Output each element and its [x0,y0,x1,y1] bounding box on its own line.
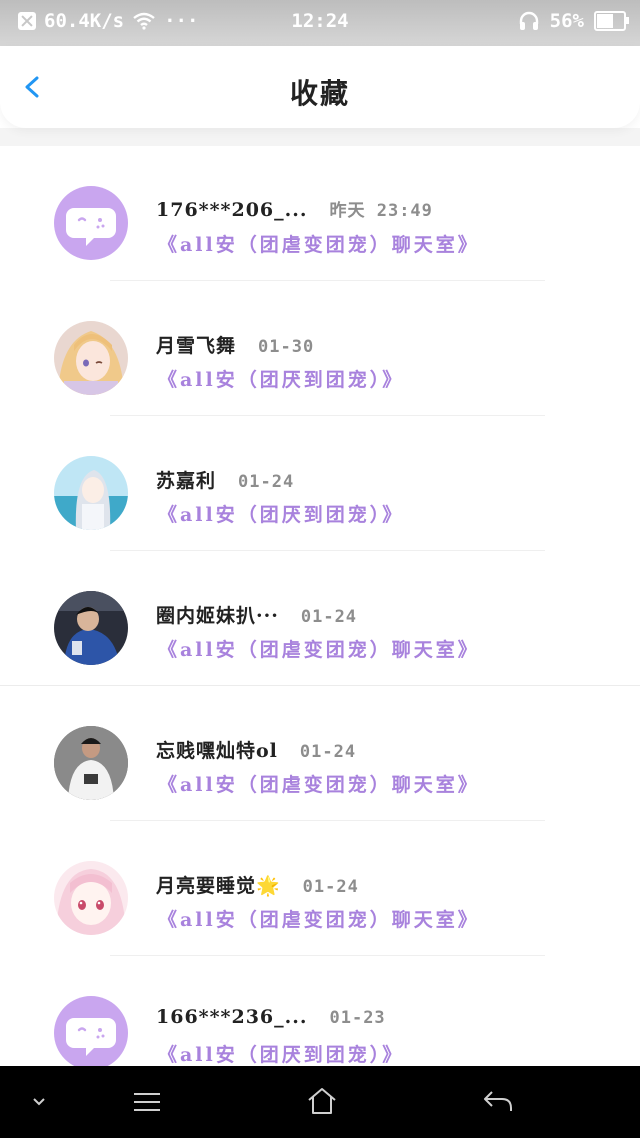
item-time: 01-24 [238,472,295,492]
home-icon[interactable] [306,1086,338,1116]
item-time: 01-24 [300,607,358,627]
avatar [54,861,128,935]
item-room: 《all安（团厌到团宠）》 [158,504,405,526]
list-item[interactable]: 月亮要睡觉🌟 01-24 《all安（团虐变团宠）聊天室》 [0,821,640,956]
headphones-icon [519,11,538,30]
item-room: 《all安（团虐变团宠）聊天室》 [158,639,480,661]
item-name: 月亮要睡觉🌟 [156,875,281,897]
list-item[interactable]: 忘贱嘿灿特ol 01-24 《all安（团虐变团宠）聊天室》 [0,686,640,821]
avatar [54,321,128,395]
chevron-down-icon[interactable] [30,1096,48,1108]
item-name: 忘贱嘿灿特ol [156,740,278,762]
list-item[interactable]: 圈内姬妹扒··· 01-24 《all安（团虐变团宠）聊天室》 [0,551,640,686]
item-time: 01-30 [258,337,315,357]
list-item[interactable]: 苏嘉利 01-24 《all安（团厌到团宠）》 [0,416,640,551]
avatar [54,591,128,665]
chat-bubble-icon [54,996,128,1066]
page-title: 收藏 [289,77,350,110]
battery-percent: 56% [549,10,584,32]
menu-icon[interactable] [132,1090,162,1114]
status-bar: 60.4K/s ··· 12:24 56% [0,0,640,46]
section-gap [0,128,640,146]
item-room: 《all安（团虐变团宠）聊天室》 [158,234,480,256]
header: 收藏 [0,46,640,128]
item-name: 圈内姬妹扒··· [156,605,279,627]
list-item[interactable]: 月雪飞舞 01-30 《all安（团厌到团宠）》 [0,281,640,416]
item-name: 166***236_... [156,1006,308,1028]
battery-icon [594,11,629,31]
item-time: 昨天 23:49 [329,201,433,221]
item-time: 01-24 [299,742,357,762]
list-item[interactable]: 176***206_... 昨天 23:49 《all安（团虐变团宠）聊天室》 [0,146,640,281]
item-room: 《all安（团厌到团宠）》 [158,1044,405,1066]
avatar [54,726,128,800]
system-nav-bar [0,1066,640,1138]
item-name: 苏嘉利 [156,470,217,492]
item-room: 《all安（团厌到团宠）》 [158,369,405,391]
favorites-list: 176***206_... 昨天 23:49 《all安（团虐变团宠）聊天室》 … [0,146,640,1066]
item-name: 176***206_... [156,199,308,221]
list-item[interactable]: 166***236_... 01-23 《all安（团厌到团宠）》 [0,956,640,1066]
back-icon[interactable] [482,1088,514,1114]
item-time: 01-23 [329,1008,386,1028]
item-time: 01-24 [302,877,359,897]
item-room: 《all安（团虐变团宠）聊天室》 [158,774,480,796]
item-room: 《all安（团虐变团宠）聊天室》 [158,909,480,931]
item-name: 月雪飞舞 [156,335,237,357]
avatar [54,456,128,530]
chat-bubble-icon [54,186,128,260]
